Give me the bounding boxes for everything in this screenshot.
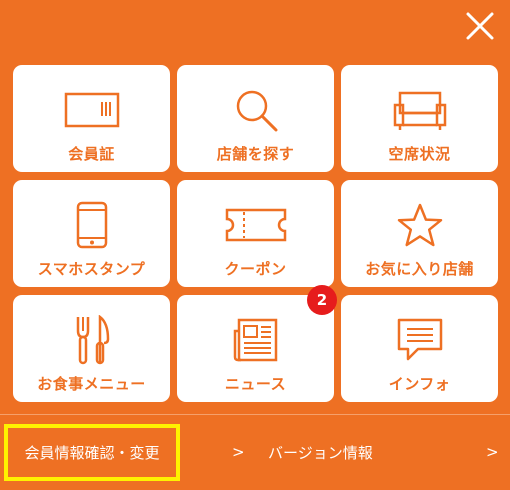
tile-find-store[interactable]: 店舗を探す <box>177 65 334 172</box>
news-badge: 2 <box>307 285 337 315</box>
tile-label: 空席状況 <box>388 145 451 163</box>
member-info-chevron-icon[interactable]: > <box>232 443 245 461</box>
newspaper-icon <box>233 318 277 362</box>
sofa-icon <box>393 91 446 130</box>
tile-label: 店舗を探す <box>216 145 295 163</box>
star-icon <box>397 203 442 247</box>
member-info-label: 会員情報確認・変更 <box>24 444 160 462</box>
close-icon <box>466 12 494 40</box>
tile-label: 会員証 <box>68 145 115 163</box>
tile-label: お気に入り店舗 <box>365 260 474 278</box>
tile-favorite-stores[interactable]: お気に入り店舗 <box>341 180 498 287</box>
tile-news[interactable]: 2 ニュース <box>177 285 337 402</box>
tile-member-card[interactable]: 会員証 <box>13 65 170 172</box>
version-info-chevron-icon[interactable]: > <box>486 443 499 461</box>
member-info-link[interactable]: 会員情報確認・変更 <box>4 424 180 481</box>
tile-label: スマホスタンプ <box>37 260 146 278</box>
menu-grid: 会員証 店舗を探す 空席状況 スマホスタンプ クーポン お気に入り店舗 お食事メ… <box>13 65 498 402</box>
tile-coupon[interactable]: クーポン <box>177 180 334 287</box>
tile-info[interactable]: インフォ <box>341 295 498 402</box>
member-card-icon <box>64 92 119 128</box>
speech-bubble-icon <box>397 318 442 361</box>
tile-label: クーポン <box>224 260 287 278</box>
tile-label: インフォ <box>388 375 451 393</box>
search-icon <box>236 90 277 132</box>
fork-knife-icon <box>76 315 109 365</box>
smartphone-icon <box>76 201 107 249</box>
version-info-label: バージョン情報 <box>268 444 373 462</box>
tile-food-menu[interactable]: お食事メニュー <box>13 295 170 402</box>
version-info-link[interactable]: バージョン情報 <box>268 424 373 481</box>
close-button[interactable] <box>462 8 498 44</box>
tile-label: お食事メニュー <box>37 375 146 393</box>
ticket-icon <box>225 208 286 242</box>
footer-divider <box>0 414 510 415</box>
tile-label: ニュース <box>224 375 287 393</box>
tile-smartphone-stamp[interactable]: スマホスタンプ <box>13 180 170 287</box>
tile-seat-availability[interactable]: 空席状況 <box>341 65 498 172</box>
